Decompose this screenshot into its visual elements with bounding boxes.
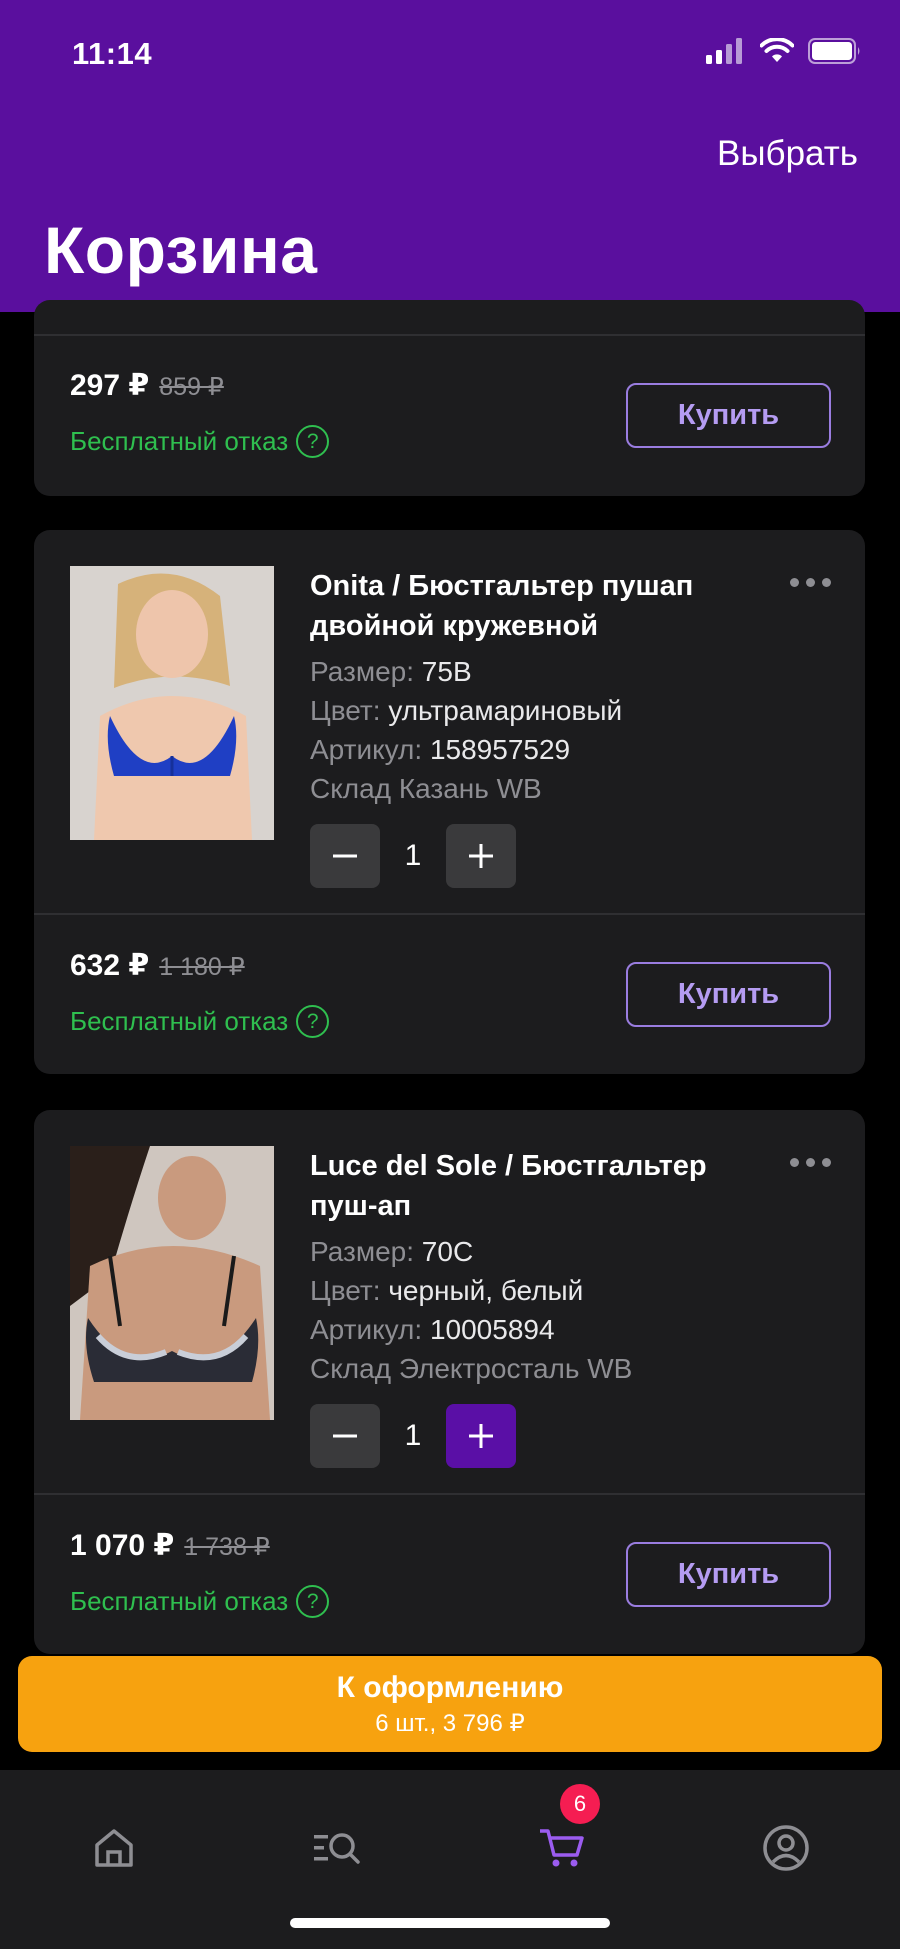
price-row: 1 070 ₽ 1 738 ₽ xyxy=(70,1528,270,1563)
battery-icon xyxy=(808,38,860,64)
help-icon[interactable]: ? xyxy=(296,425,330,458)
nav-cart[interactable] xyxy=(532,1818,592,1878)
decrease-quantity-button[interactable] xyxy=(310,824,380,888)
more-options-icon[interactable] xyxy=(790,1158,831,1167)
article-value: 10005894 xyxy=(429,1314,555,1345)
color-value: черный, белый xyxy=(388,1275,584,1306)
quantity-stepper: 1 xyxy=(310,824,516,888)
profile-icon xyxy=(763,1825,809,1871)
cart-item-card: Onita / Бюстгальтер пушап двойной кружев… xyxy=(34,530,865,1074)
home-indicator[interactable] xyxy=(290,1918,610,1928)
nav-profile[interactable] xyxy=(756,1818,816,1878)
quantity-value: 1 xyxy=(404,1419,422,1452)
wifi-icon xyxy=(760,38,794,62)
free-refuse-label: Бесплатный отказ xyxy=(70,426,289,456)
status-time: 11:14 xyxy=(72,36,153,71)
warehouse-label: Склад Казань WB xyxy=(310,773,542,804)
product-title[interactable]: Onita / Бюстгальтер пушап двойной кружев… xyxy=(310,566,770,646)
more-options-icon[interactable] xyxy=(790,578,831,587)
product-photo-icon xyxy=(70,1146,274,1420)
plus-icon xyxy=(469,1424,493,1448)
color-value: ультрамариновый xyxy=(388,695,623,726)
article-label: Артикул: xyxy=(310,1314,423,1345)
product-attributes: Размер: 70C Цвет: черный, белый Артикул:… xyxy=(310,1232,632,1388)
warehouse-label: Склад Электросталь WB xyxy=(310,1353,633,1384)
size-label: Размер: xyxy=(310,1236,415,1267)
help-icon[interactable]: ? xyxy=(296,1585,330,1618)
free-refuse-label: Бесплатный отказ xyxy=(70,1006,289,1036)
article-label: Артикул: xyxy=(310,734,423,765)
current-price: 297 ₽ xyxy=(70,369,150,402)
free-refuse-label: Бесплатный отказ xyxy=(70,1586,289,1616)
old-price: 1 180 ₽ xyxy=(159,953,245,981)
cart-icon xyxy=(540,1829,584,1867)
card-divider xyxy=(34,913,865,915)
buy-button[interactable]: Купить xyxy=(626,1542,831,1607)
buy-button[interactable]: Купить xyxy=(626,383,831,448)
free-refuse-info[interactable]: Бесплатный отказ ? xyxy=(70,425,330,458)
buy-button[interactable]: Купить xyxy=(626,962,831,1027)
free-refuse-info[interactable]: Бесплатный отказ ? xyxy=(70,1585,330,1618)
price-row: 297 ₽ 859 ₽ xyxy=(70,368,224,403)
checkout-summary: 6 шт., 3 796 ₽ xyxy=(375,1709,525,1737)
cart-item-card: Luce del Sole / Бюстгальтер пуш-ап Разме… xyxy=(34,1110,865,1654)
product-image[interactable] xyxy=(70,566,274,840)
size-label: Размер: xyxy=(310,656,415,687)
current-price: 1 070 ₽ xyxy=(70,1529,175,1562)
color-label: Цвет: xyxy=(310,1275,381,1306)
size-value: 70C xyxy=(421,1236,474,1267)
decrease-quantity-button[interactable] xyxy=(310,1404,380,1468)
minus-icon xyxy=(333,854,357,858)
status-icons xyxy=(706,38,862,64)
free-refuse-info[interactable]: Бесплатный отказ ? xyxy=(70,1005,330,1038)
plus-icon xyxy=(469,844,493,868)
bottom-navigation: 6 xyxy=(0,1770,900,1949)
product-title[interactable]: Luce del Sole / Бюстгальтер пуш-ап xyxy=(310,1146,770,1226)
old-price: 1 738 ₽ xyxy=(184,1533,270,1561)
increase-quantity-button[interactable] xyxy=(446,1404,516,1468)
app-header: 11:14 Выбрать Корзина xyxy=(0,0,900,312)
select-button[interactable]: Выбрать xyxy=(717,134,858,174)
price-row: 632 ₽ 1 180 ₽ xyxy=(70,948,245,983)
size-value: 75B xyxy=(421,656,472,687)
article-value: 158957529 xyxy=(429,734,571,765)
help-icon[interactable]: ? xyxy=(296,1005,330,1038)
card-divider xyxy=(34,1493,865,1495)
cart-item-card: 297 ₽ 859 ₽ Бесплатный отказ ? Купить xyxy=(34,300,865,496)
product-photo-icon xyxy=(70,566,274,840)
page-title: Корзина xyxy=(44,213,318,287)
product-image[interactable] xyxy=(70,1146,274,1420)
nav-home[interactable] xyxy=(84,1818,144,1878)
old-price: 859 ₽ xyxy=(159,373,224,401)
catalog-search-icon xyxy=(314,1833,360,1864)
minus-icon xyxy=(333,1434,357,1438)
checkout-button[interactable]: К оформлению 6 шт., 3 796 ₽ xyxy=(18,1656,882,1752)
current-price: 632 ₽ xyxy=(70,949,150,982)
home-icon xyxy=(95,1829,133,1867)
quantity-stepper: 1 xyxy=(310,1404,516,1468)
checkout-label: К оформлению xyxy=(336,1670,564,1704)
color-label: Цвет: xyxy=(310,695,381,726)
quantity-value: 1 xyxy=(404,839,422,872)
card-divider xyxy=(34,334,865,336)
nav-catalog[interactable] xyxy=(308,1818,368,1878)
cellular-signal-icon xyxy=(706,38,742,64)
cart-badge: 6 xyxy=(560,1784,600,1824)
increase-quantity-button[interactable] xyxy=(446,824,516,888)
product-attributes: Размер: 75B Цвет: ультрамариновый Артику… xyxy=(310,652,622,808)
